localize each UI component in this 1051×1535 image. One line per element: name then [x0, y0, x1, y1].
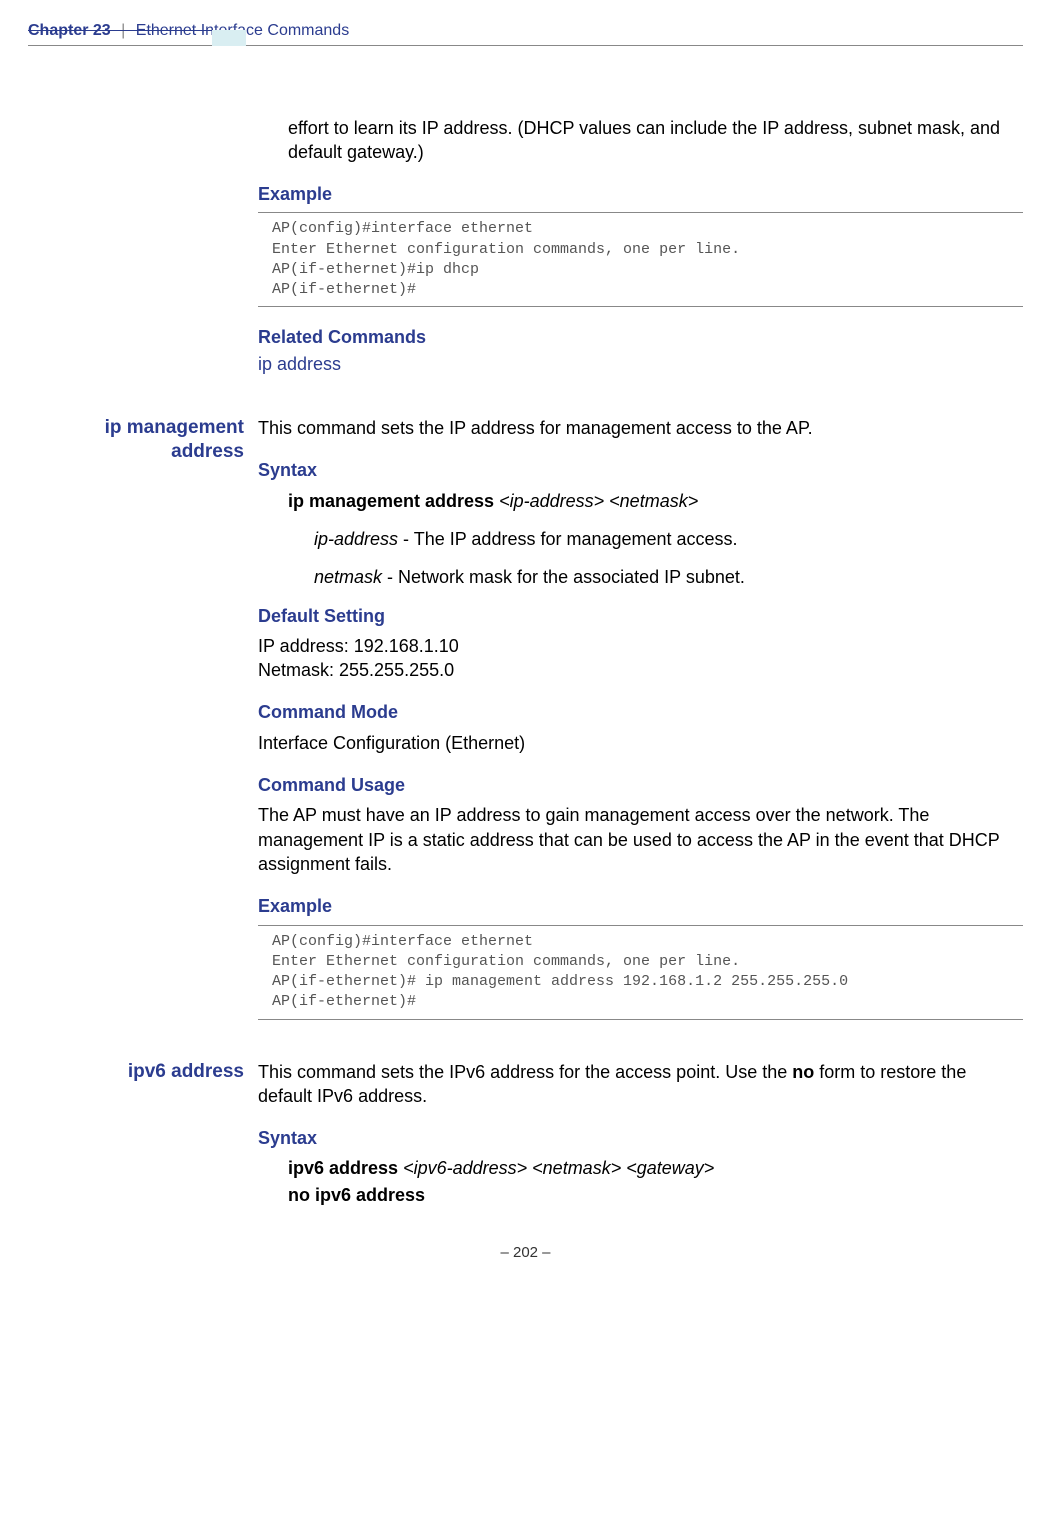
ipv6-syntax-heading: Syntax: [258, 1126, 1023, 1150]
code-example-2: AP(config)#interface ethernet Enter Ethe…: [258, 925, 1023, 1020]
command-title-ip-management: ip management address: [28, 416, 258, 1059]
default-setting-heading: Default Setting: [258, 604, 1023, 628]
example-heading-2: Example: [258, 894, 1023, 918]
example-heading-1: Example: [258, 182, 1023, 206]
param2-desc: - Network mask for the associated IP sub…: [382, 567, 745, 587]
syntax-param-1: ip-address - The IP address for manageme…: [314, 527, 1023, 551]
related-command-link[interactable]: ip address: [258, 352, 1023, 376]
ipv6-syntax-bold: ipv6 address: [288, 1158, 398, 1178]
ipv6-desc-no: no: [792, 1062, 814, 1082]
header-accent-tab: [212, 30, 246, 46]
related-commands-heading: Related Commands: [258, 325, 1023, 349]
param1-name: ip-address: [314, 529, 398, 549]
intro-paragraph: effort to learn its IP address. (DHCP va…: [288, 116, 1023, 165]
syntax-command-line: ip management address <ip-address> <netm…: [288, 489, 1023, 513]
param1-desc: - The IP address for management access.: [398, 529, 738, 549]
command-title-ipv6: ipv6 address: [28, 1060, 258, 1221]
ipv6-syntax-line2: no ipv6 address: [288, 1183, 1023, 1207]
command-usage-text: The AP must have an IP address to gain m…: [258, 803, 1023, 876]
syntax-heading: Syntax: [258, 458, 1023, 482]
command-mode-text: Interface Configuration (Ethernet): [258, 731, 1023, 755]
page-footer: – 202 –: [0, 1221, 1051, 1283]
sidebar-ip-mgmt-l1: ip management: [28, 416, 244, 440]
header-accent-line: [28, 30, 212, 31]
syntax-cmd-args: <ip-address> <netmask>: [499, 491, 698, 511]
syntax-cmd-bold: ip management address: [288, 491, 494, 511]
command-mode-heading: Command Mode: [258, 700, 1023, 724]
ip-mgmt-description: This command sets the IP address for man…: [258, 416, 1023, 440]
ipv6-desc-p1: This command sets the IPv6 address for t…: [258, 1062, 792, 1082]
command-usage-heading: Command Usage: [258, 773, 1023, 797]
param2-name: netmask: [314, 567, 382, 587]
syntax-param-2: netmask - Network mask for the associate…: [314, 565, 1023, 589]
ipv6-syntax-args: <ipv6-address> <netmask> <gateway>: [403, 1158, 714, 1178]
ipv6-description: This command sets the IPv6 address for t…: [258, 1060, 1023, 1109]
ipv6-syntax-line1: ipv6 address <ipv6-address> <netmask> <g…: [288, 1156, 1023, 1180]
default-netmask-line: Netmask: 255.255.255.0: [258, 658, 1023, 682]
sidebar-ip-mgmt-l2: address: [28, 440, 244, 464]
code-example-1: AP(config)#interface ethernet Enter Ethe…: [258, 212, 1023, 307]
default-ip-line: IP address: 192.168.1.10: [258, 634, 1023, 658]
page-header: Chapter 23 | Ethernet Interface Commands: [0, 0, 1051, 45]
